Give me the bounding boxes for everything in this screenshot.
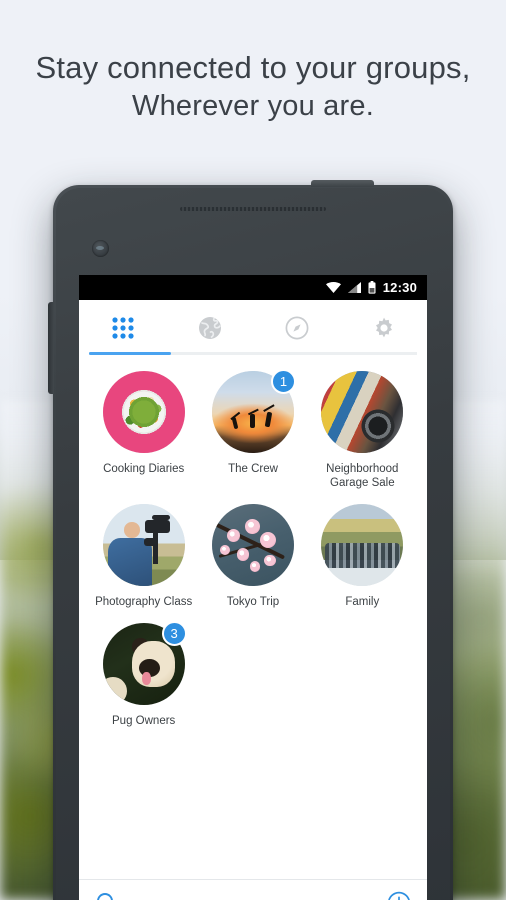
add-circle-icon[interactable]	[387, 891, 411, 900]
battery-icon	[368, 281, 376, 294]
bottom-bar	[79, 879, 427, 900]
compass-icon	[284, 315, 310, 341]
group-label: Photography Class	[95, 596, 193, 608]
tab-groups[interactable]	[79, 300, 166, 355]
avatar-image	[102, 504, 185, 586]
group-item[interactable]: Photography Class	[89, 504, 198, 609]
group-avatar-wrap	[321, 371, 404, 453]
volume-rocker-button[interactable]	[48, 302, 54, 394]
avatar[interactable]	[321, 371, 404, 453]
avatar-image	[321, 371, 404, 453]
tab-underline-track	[89, 352, 417, 355]
tab-explore[interactable]	[253, 300, 340, 355]
unread-badge: 1	[270, 369, 296, 394]
group-item[interactable]: Neighborhood Garage Sale	[308, 371, 417, 490]
group-label: Tokyo Trip	[226, 596, 280, 608]
avatar-image	[211, 504, 294, 586]
group-avatar-wrap	[102, 371, 185, 453]
group-label: Cooking Diaries	[103, 463, 185, 475]
group-label: Family	[345, 596, 380, 608]
groups-grid: Cooking Diaries 1 The Crew Neighborhood Gar…	[79, 355, 427, 875]
avatar[interactable]	[321, 504, 404, 586]
wifi-icon	[325, 282, 341, 293]
search-icon[interactable]	[95, 891, 119, 900]
unread-badge: 3	[161, 621, 187, 646]
group-avatar-wrap	[211, 504, 294, 586]
avatar-image	[321, 504, 404, 586]
phone-screen: 12:30 Cooking Diaries 1 The Crew Neighbo…	[79, 275, 427, 900]
group-label: Pug Owners	[112, 715, 176, 727]
status-bar: 12:30	[79, 275, 427, 300]
group-item[interactable]: 3 Pug Owners	[89, 621, 198, 728]
status-bar-clock: 12:30	[382, 280, 417, 295]
group-label: The Crew	[228, 463, 278, 475]
front-camera	[92, 240, 109, 257]
group-item[interactable]: Tokyo Trip	[198, 504, 307, 609]
group-avatar-wrap: 3	[102, 621, 187, 705]
tab-active-indicator	[89, 352, 171, 355]
avatar[interactable]	[211, 504, 294, 586]
gear-icon	[371, 315, 397, 341]
group-label: Neighborhood Garage Sale	[326, 463, 399, 489]
signal-icon	[347, 282, 361, 293]
tab-settings[interactable]	[340, 300, 427, 355]
group-item[interactable]: 1 The Crew	[198, 369, 307, 490]
headline-line-1: Stay connected to your groups,	[35, 50, 471, 85]
phone-mockup: 12:30 Cooking Diaries 1 The Crew Neighbo…	[48, 180, 453, 900]
grid-dots-icon	[110, 315, 136, 341]
tab-discover[interactable]	[166, 300, 253, 355]
headline: Stay connected to your groups, Wherever …	[0, 48, 506, 125]
group-item[interactable]: Cooking Diaries	[89, 371, 198, 490]
globe-icon	[197, 315, 223, 341]
group-avatar-wrap: 1	[211, 369, 296, 453]
avatar[interactable]	[102, 371, 185, 453]
earpiece-speaker	[180, 207, 326, 211]
headline-line-2: Wherever you are.	[132, 90, 374, 122]
avatar-image	[102, 371, 185, 453]
tab-bar	[79, 300, 427, 355]
avatar[interactable]	[102, 504, 185, 586]
group-avatar-wrap	[321, 504, 404, 586]
power-button[interactable]	[311, 180, 374, 187]
group-item[interactable]: Family	[308, 504, 417, 609]
group-avatar-wrap	[102, 504, 185, 586]
